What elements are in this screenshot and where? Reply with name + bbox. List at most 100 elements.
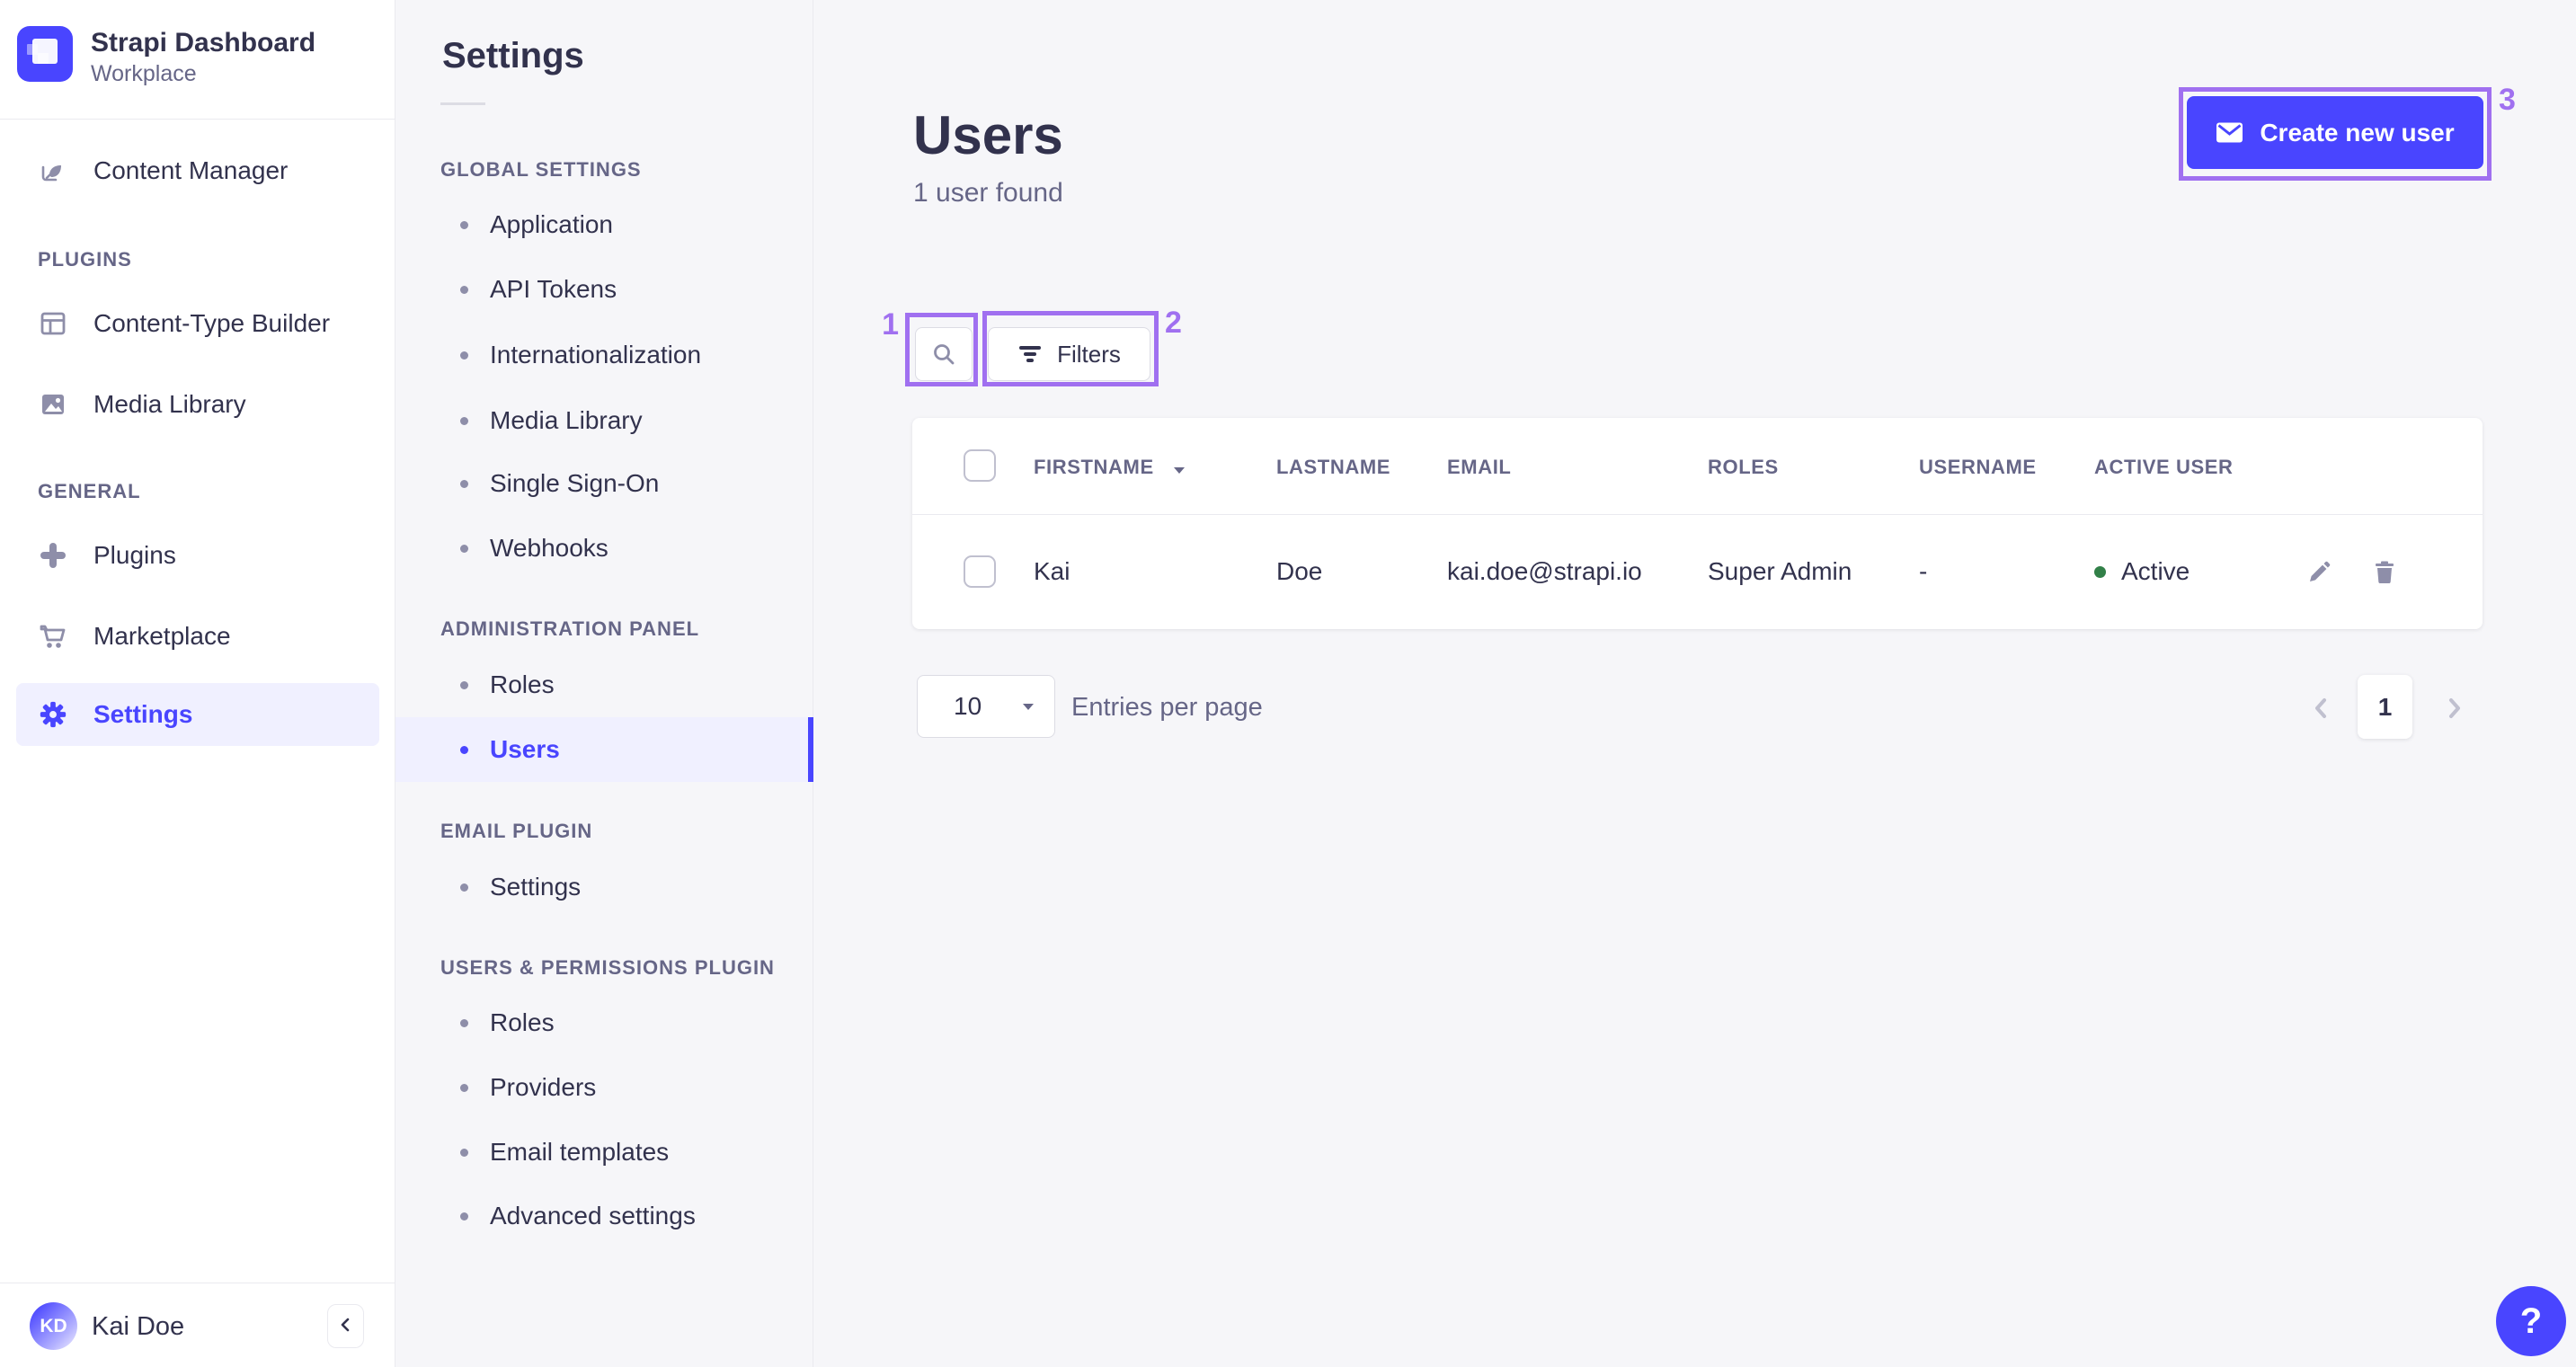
workspace-subtitle: Workplace (91, 61, 197, 86)
strapi-logo-icon (17, 26, 73, 82)
subnav-item-email-settings[interactable]: Settings (395, 867, 813, 907)
cell-username: - (1919, 557, 1928, 585)
column-header-username[interactable]: USERNAME (1919, 456, 2037, 479)
entries-per-page-select[interactable]: 10 (917, 675, 1055, 738)
subnav-item-label: Internationalization (490, 341, 702, 368)
bullet-icon (460, 1018, 468, 1027)
puzzle-icon (38, 540, 68, 571)
cell-active-status: Active (2121, 557, 2190, 585)
subnav-heading: Settings (442, 36, 584, 75)
chevron-left-icon (336, 1315, 356, 1337)
subnav-item-users[interactable]: Users (395, 717, 813, 782)
subnav-item-internationalization[interactable]: Internationalization (395, 335, 813, 375)
column-header-roles[interactable]: ROLES (1708, 456, 1779, 479)
strapi-admin-page: Strapi Dashboard Workplace Content Manag… (0, 0, 2576, 1367)
select-all-checkbox[interactable] (964, 449, 996, 482)
subnav-item-label: Roles (490, 1008, 555, 1036)
subnav-item-application[interactable]: Application (395, 205, 813, 244)
user-count-text: 1 user found (913, 178, 1063, 208)
previous-page-button[interactable] (2304, 690, 2340, 726)
subnav-item-email-templates[interactable]: Email templates (395, 1132, 813, 1172)
sidebar-item-settings[interactable]: Settings (16, 683, 379, 746)
subnav-item-roles-up[interactable]: Roles (395, 1003, 813, 1043)
column-header-lastname[interactable]: LASTNAME (1276, 456, 1390, 479)
sidebar-item-content-manager[interactable]: Content Manager (0, 146, 395, 196)
active-item-indicator (808, 717, 813, 782)
bullet-icon (460, 479, 468, 488)
bullet-icon (460, 351, 468, 360)
pencil-icon (2306, 560, 2332, 585)
sort-desc-icon[interactable] (1173, 463, 1186, 479)
subnav-section-users-permissions: USERS & PERMISSIONS PLUGIN (440, 956, 775, 979)
search-button[interactable] (915, 327, 973, 381)
subnav-item-single-sign-on[interactable]: Single Sign-On (395, 464, 813, 503)
cell-roles: Super Admin (1708, 557, 1852, 585)
subnav-section-email-plugin: EMAIL PLUGIN (440, 820, 593, 842)
bullet-icon (460, 745, 468, 754)
sidebar-item-plugins[interactable]: Plugins (0, 530, 395, 581)
subnav-item-label: Webhooks (490, 534, 608, 562)
subnav-item-label: Settings (490, 873, 582, 901)
subnav-item-label: Application (490, 210, 613, 238)
sidebar-item-label: Media Library (93, 390, 246, 418)
sidebar-item-label: Plugins (93, 541, 176, 569)
column-header-email[interactable]: EMAIL (1447, 456, 1511, 479)
question-mark-icon: ? (2519, 1300, 2543, 1341)
page-1-button[interactable]: 1 (2358, 675, 2412, 739)
sidebar-item-label: Settings (93, 700, 193, 728)
row-checkbox[interactable] (964, 555, 996, 588)
feather-icon (38, 155, 68, 186)
bullet-icon (460, 1148, 468, 1157)
next-page-button[interactable] (2436, 690, 2472, 726)
subnav-item-label: Single Sign-On (490, 469, 660, 497)
create-new-user-label: Create new user (2260, 118, 2455, 146)
chevron-down-icon (1022, 702, 1035, 711)
help-button[interactable]: ? (2496, 1286, 2566, 1356)
subnav-divider (440, 102, 485, 105)
column-header-active-user[interactable]: ACTIVE USER (2094, 456, 2234, 479)
annotation-label-2: 2 (1165, 306, 1182, 340)
sidebar-item-marketplace[interactable]: Marketplace (0, 611, 395, 661)
sidebar-section-plugins: PLUGINS (38, 248, 132, 271)
gear-icon (38, 699, 68, 730)
avatar[interactable]: KD (30, 1302, 77, 1350)
envelope-icon (2216, 121, 2243, 144)
workspace-title: Strapi Dashboard (91, 28, 316, 58)
cell-lastname: Doe (1276, 557, 1323, 585)
subnav-item-webhooks[interactable]: Webhooks (395, 528, 813, 568)
filter-icon (1017, 343, 1043, 365)
subnav-item-label: Email templates (490, 1138, 670, 1166)
subnav-item-media-library[interactable]: Media Library (395, 401, 813, 440)
subnav-item-advanced-settings[interactable]: Advanced settings (395, 1196, 813, 1236)
edit-user-button[interactable] (2301, 555, 2337, 590)
table-header-divider (912, 514, 2483, 515)
bullet-icon (460, 285, 468, 294)
subnav-section-global-settings: GLOBAL SETTINGS (440, 158, 642, 181)
create-new-user-button[interactable]: Create new user (2187, 96, 2483, 169)
delete-user-button[interactable] (2367, 555, 2403, 590)
avatar-initials: KD (40, 1315, 67, 1336)
entries-per-page-value: 10 (954, 692, 982, 720)
sidebar-item-content-type-builder[interactable]: Content-Type Builder (0, 298, 395, 349)
collapse-sidebar-button[interactable] (327, 1304, 364, 1348)
filters-button[interactable]: Filters (988, 327, 1150, 381)
annotation-label-3: 3 (2499, 83, 2516, 117)
main-sidebar: Strapi Dashboard Workplace Content Manag… (0, 0, 395, 1367)
bullet-icon (460, 220, 468, 229)
chevron-left-icon (2310, 697, 2333, 720)
annotation-label-1: 1 (882, 307, 899, 342)
subnav-item-api-tokens[interactable]: API Tokens (395, 270, 813, 309)
subnav-item-label: API Tokens (490, 275, 617, 303)
cell-email: kai.doe@strapi.io (1447, 557, 1642, 585)
settings-subnav: Settings GLOBAL SETTINGS Application API… (395, 0, 813, 1367)
subnav-item-roles-admin[interactable]: Roles (395, 665, 813, 705)
cart-icon (38, 621, 68, 652)
sidebar-item-media-library[interactable]: Media Library (0, 379, 395, 430)
trash-icon (2373, 560, 2396, 585)
column-header-firstname[interactable]: FIRSTNAME (1034, 456, 1154, 479)
current-user-name: Kai Doe (92, 1312, 185, 1341)
subnav-item-providers[interactable]: Providers (395, 1068, 813, 1107)
workspace-brand[interactable]: Strapi Dashboard Workplace (0, 0, 395, 120)
search-icon (930, 341, 957, 368)
page-title: Users (913, 105, 1063, 165)
